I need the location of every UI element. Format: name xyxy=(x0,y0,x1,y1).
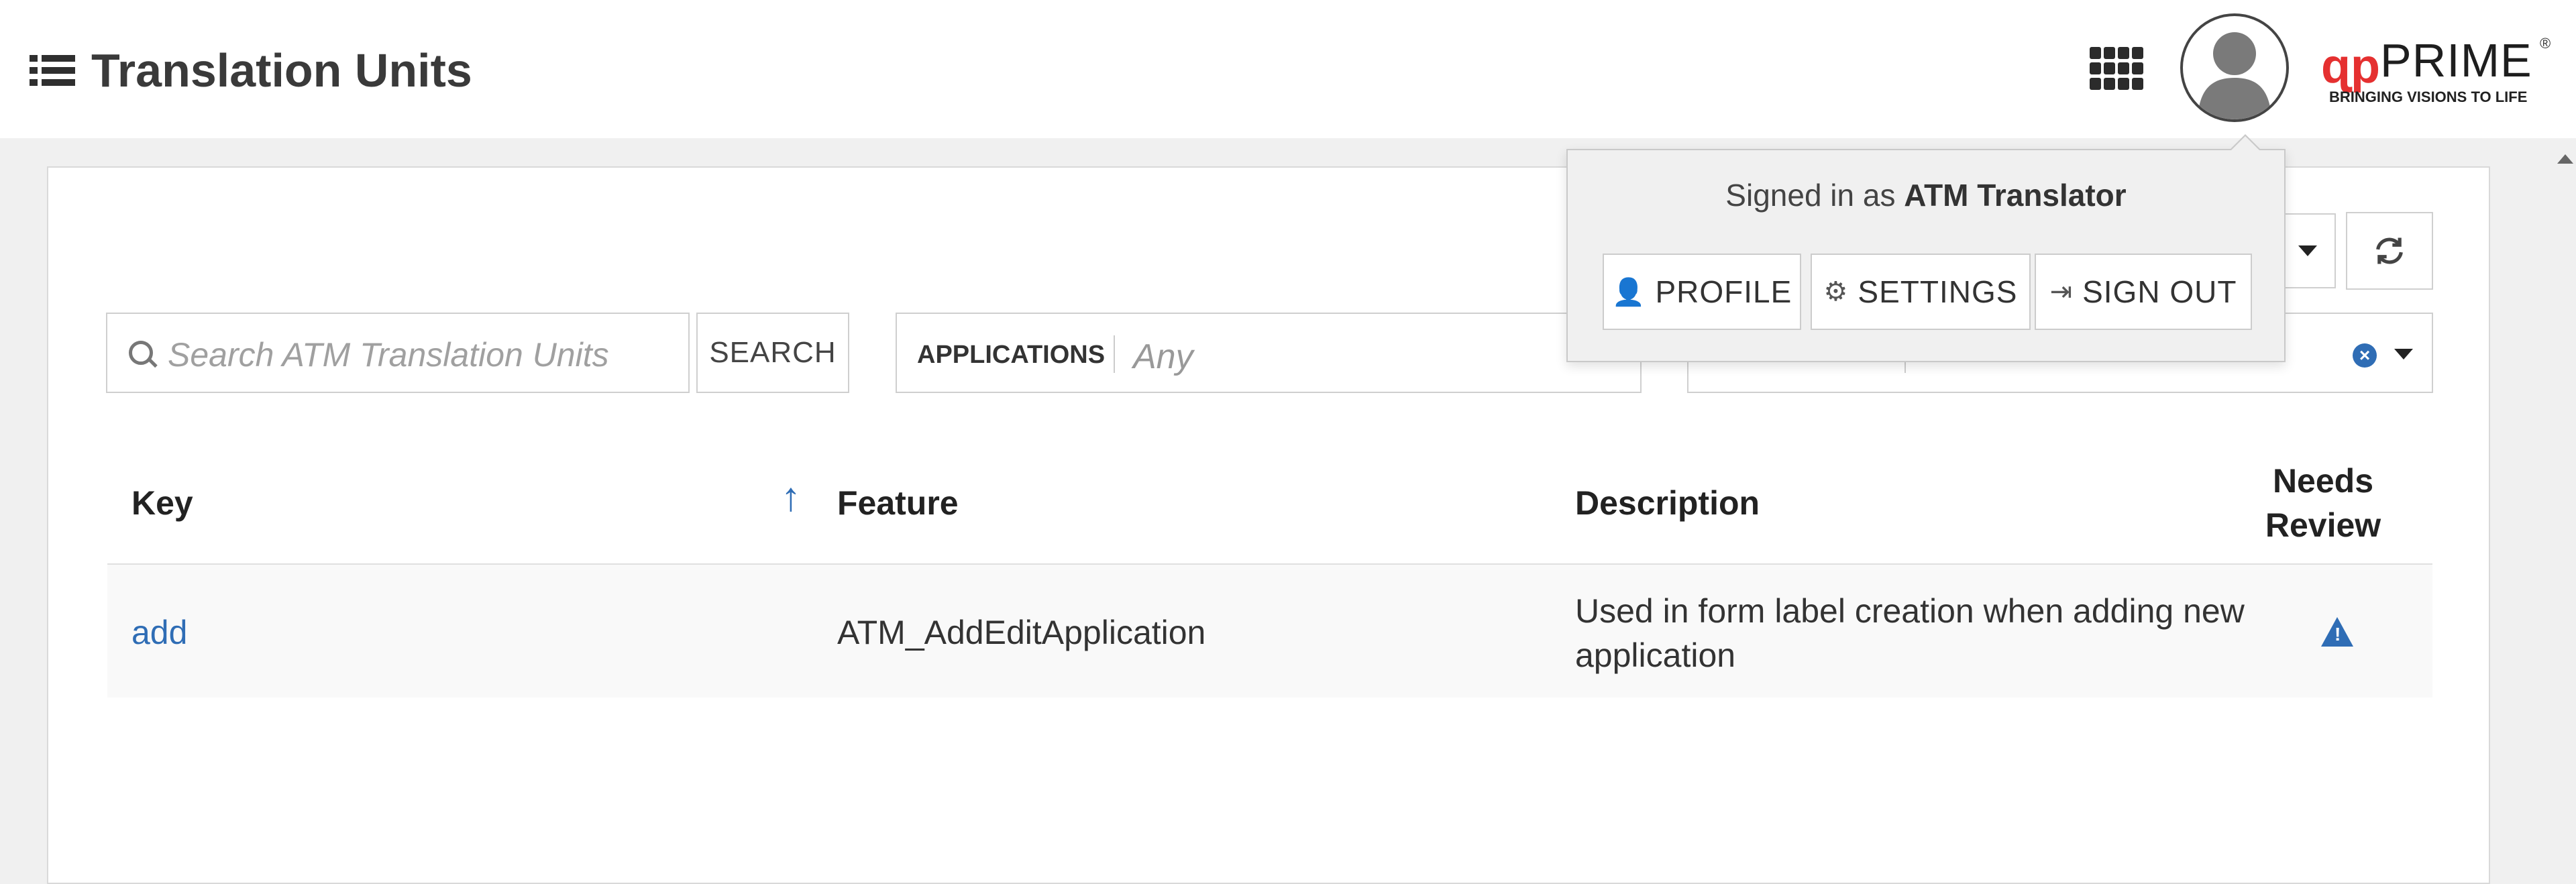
table-row[interactable]: add ATM_AddEditApplication Used in form … xyxy=(107,563,2432,698)
divider xyxy=(1114,335,1115,373)
sign-out-icon: ⇥ xyxy=(2049,277,2074,307)
sign-out-button[interactable]: ⇥ SIGN OUT xyxy=(2035,254,2252,330)
warning-icon: ! xyxy=(2321,617,2353,647)
column-header-key[interactable]: Key xyxy=(131,443,193,563)
settings-button-label: SETTINGS xyxy=(1858,274,2018,309)
key-link[interactable]: add xyxy=(131,613,187,652)
list-icon[interactable] xyxy=(30,52,75,89)
column-header-needs-review[interactable]: Needs Review xyxy=(2265,443,2381,563)
applications-filter[interactable]: APPLICATIONS Any xyxy=(896,313,1642,393)
signed-in-prefix: Signed in as xyxy=(1725,178,1896,213)
settings-button[interactable]: ⚙ SETTINGS xyxy=(1811,254,2031,330)
profile-button[interactable]: 👤 PROFILE xyxy=(1603,254,1801,330)
sort-ascending-icon[interactable]: ↑ xyxy=(781,474,801,520)
column-header-description[interactable]: Description xyxy=(1575,443,1760,563)
search-box xyxy=(106,313,690,393)
user-avatar-icon[interactable] xyxy=(2180,13,2289,122)
logo-registered: ® xyxy=(2540,35,2551,52)
prime-logo: ɋp PRIME ® BRINGING VISIONS TO LIFE xyxy=(2321,34,2551,107)
caret-down-icon[interactable] xyxy=(2394,349,2413,360)
logo-tagline: BRINGING VISIONS TO LIFE xyxy=(2329,89,2528,105)
search-button[interactable]: SEARCH xyxy=(696,313,849,393)
feature-cell: ATM_AddEditApplication xyxy=(837,614,1206,651)
scroll-up-arrow-icon[interactable] xyxy=(2557,154,2573,164)
logo-name: PRIME xyxy=(2380,34,2532,87)
logo-mark: ɋp xyxy=(2321,40,2380,93)
app-header: Translation Units ɋp PRIME ® BRINGING VI… xyxy=(0,0,2576,138)
user-name: ATM Translator xyxy=(1904,178,2127,213)
refresh-icon xyxy=(2376,237,2403,264)
search-icon xyxy=(129,341,153,365)
page-title: Translation Units xyxy=(91,44,472,97)
grid-icon[interactable] xyxy=(2090,47,2143,93)
signed-in-text: Signed in as ATM Translator xyxy=(1568,177,2284,213)
user-icon: 👤 xyxy=(1611,277,1646,307)
applications-label: APPLICATIONS xyxy=(917,341,1106,369)
user-menu-popover: Signed in as ATM Translator 👤 PROFILE ⚙ … xyxy=(1566,134,2286,362)
sign-out-button-label: SIGN OUT xyxy=(2082,274,2237,309)
search-input[interactable] xyxy=(166,334,665,376)
title-area: Translation Units xyxy=(30,40,472,101)
description-cell: Used in form label creation when adding … xyxy=(1575,592,2245,674)
refresh-button[interactable] xyxy=(2346,212,2433,290)
profile-button-label: PROFILE xyxy=(1655,274,1792,309)
caret-down-icon xyxy=(2298,245,2317,256)
applications-value: Any xyxy=(1133,337,1193,376)
clear-icon[interactable]: × xyxy=(2353,343,2377,368)
gear-icon: ⚙ xyxy=(1823,277,1849,307)
column-header-feature[interactable]: Feature xyxy=(837,443,959,563)
